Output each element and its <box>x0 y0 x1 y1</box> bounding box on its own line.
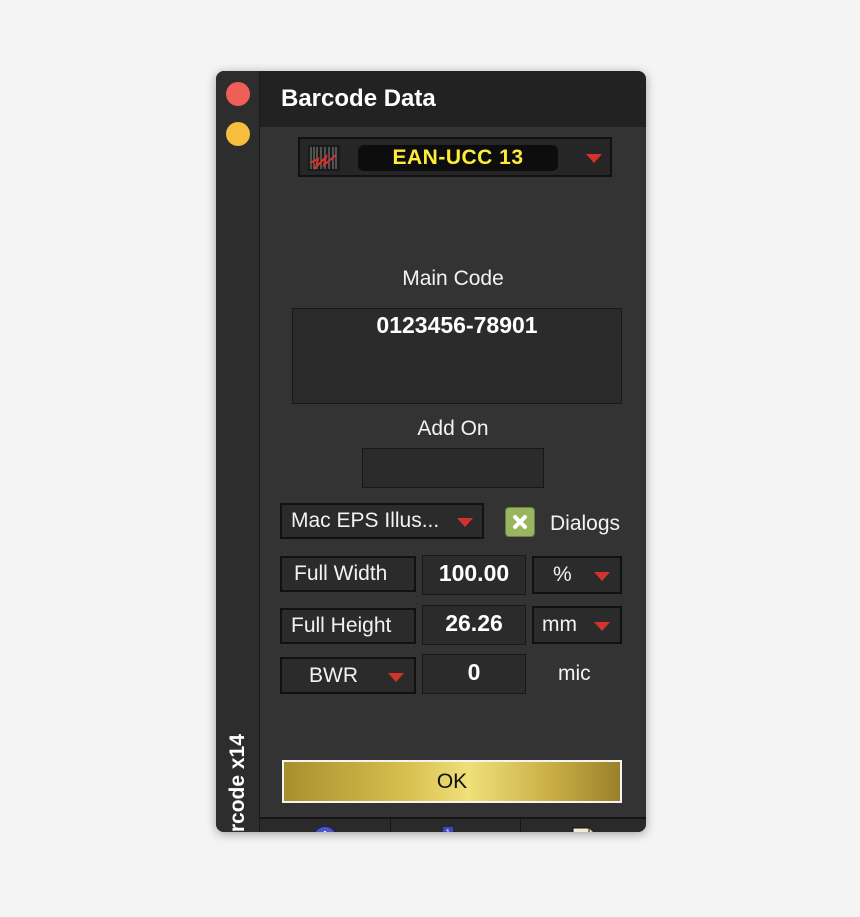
vertical-app-title: Barcode x14 <box>226 734 249 832</box>
full-width-field[interactable]: 100.00 <box>422 555 526 595</box>
toolbar-document-button[interactable] <box>521 819 646 832</box>
main-code-value: 0123456-78901 <box>376 312 538 338</box>
output-format-select[interactable]: Mac EPS Illus... <box>280 503 484 539</box>
dialogs-label: Dialogs <box>550 512 621 535</box>
full-width-value: 100.00 <box>438 560 510 586</box>
bwr-label: BWR <box>309 663 358 687</box>
window-title: Barcode Data <box>281 85 436 112</box>
chevron-down-icon <box>388 673 404 682</box>
full-height-button[interactable]: Full Height <box>280 608 416 644</box>
full-height-unit-select[interactable]: mm <box>532 606 622 644</box>
info-icon: i <box>313 826 337 832</box>
barcode-logo-icon <box>308 145 340 171</box>
main-code-field[interactable]: 0123456-78901 <box>292 308 622 404</box>
full-height-field[interactable]: 26.26 <box>422 605 526 645</box>
symbology-value: EAN-UCC 13 <box>358 145 558 171</box>
number-sequence-icon: 1 2 3 <box>442 827 453 832</box>
full-height-unit: mm <box>542 613 577 636</box>
dialogs-checkbox[interactable] <box>505 507 535 537</box>
sidebar: Barcode x14 <box>216 71 260 832</box>
bwr-select[interactable]: BWR <box>280 657 416 694</box>
ok-label: OK <box>436 770 468 793</box>
toolbar-info-button[interactable]: i <box>260 819 391 832</box>
full-width-unit: % <box>553 563 572 586</box>
chevron-down-icon <box>594 572 610 581</box>
bwr-value: 0 <box>467 659 481 685</box>
main-code-label: Main Code <box>402 267 504 290</box>
output-format-value: Mac EPS Illus... <box>291 509 440 532</box>
toolbar-top: i 1 2 3 <box>260 817 646 832</box>
symbology-select[interactable]: EAN-UCC 13 <box>298 137 612 177</box>
chevron-down-icon <box>586 154 602 163</box>
full-height-value: 26.26 <box>445 610 503 636</box>
full-width-unit-select[interactable]: % <box>532 556 622 594</box>
full-width-label: Full Width <box>294 562 388 585</box>
add-on-field[interactable] <box>362 448 544 488</box>
title-bar: Barcode Data <box>260 71 646 127</box>
main-content: EAN-UCC 13 Main Code 0123456-78901 Add O… <box>260 127 646 832</box>
bwr-field[interactable]: 0 <box>422 654 526 694</box>
ok-button[interactable]: OK <box>282 760 622 803</box>
document-icon <box>572 827 594 832</box>
svg-text:1: 1 <box>445 829 451 832</box>
full-height-label: Full Height <box>291 614 392 637</box>
full-width-button[interactable]: Full Width <box>280 556 416 592</box>
close-button[interactable] <box>226 82 250 106</box>
add-on-label: Add On <box>417 417 489 440</box>
barcode-data-panel: Barcode x14 Barcode Data EAN-UCC 13 Main… <box>216 71 646 832</box>
toolbar-sequence-button[interactable]: 1 2 3 <box>391 819 521 832</box>
chevron-down-icon <box>457 518 473 527</box>
chevron-down-icon <box>594 622 610 631</box>
minimize-button[interactable] <box>226 122 250 146</box>
bwr-unit: mic <box>558 662 591 685</box>
